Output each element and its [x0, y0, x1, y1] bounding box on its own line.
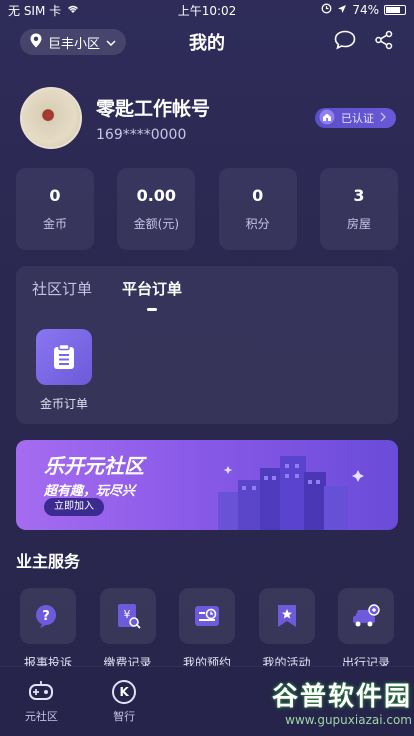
- verified-label: 已认证: [341, 112, 374, 125]
- bottom-tab-bar: 元社区 K 智行: [0, 666, 414, 736]
- battery-percent: 74%: [352, 3, 379, 17]
- stat-coins[interactable]: 0 金币: [16, 168, 94, 250]
- join-now-button[interactable]: 立即加入: [44, 498, 104, 516]
- banner-title: 乐开元社区: [44, 454, 144, 478]
- svg-text:¥: ¥: [123, 608, 130, 621]
- k-icon: K: [112, 679, 137, 704]
- tab-community-orders[interactable]: 社区订单: [32, 278, 92, 299]
- share-icon[interactable]: [374, 30, 394, 54]
- orders-panel: 社区订单 平台订单 金币订单: [16, 266, 398, 424]
- service-my-appointments[interactable]: 我的预约: [175, 588, 239, 671]
- services-title: 业主服务: [16, 552, 81, 571]
- clipboard-icon: [36, 329, 92, 385]
- carrier-text: 无 SIM 卡: [8, 3, 62, 18]
- stat-houses[interactable]: 3 房屋: [319, 168, 398, 250]
- home-shield-icon: [319, 109, 335, 128]
- profile-header[interactable]: 零匙工作帐号 169****0000 已认证: [0, 64, 414, 154]
- stat-label: 金额(元): [133, 217, 180, 231]
- alarm-icon: [321, 3, 332, 17]
- question-bubble-icon: ?: [20, 588, 76, 644]
- stat-value: 0: [252, 186, 264, 205]
- profile-phone: 169****0000: [96, 126, 187, 143]
- svg-text:?: ?: [42, 609, 50, 624]
- gamepad-icon: [28, 679, 54, 704]
- location-name: 巨丰小区: [48, 36, 101, 52]
- stat-value: 0.00: [136, 186, 177, 205]
- location-selector[interactable]: 巨丰小区: [20, 29, 127, 55]
- tab-label: 智行: [113, 709, 136, 723]
- tab-placeholder-5[interactable]: [331, 667, 414, 736]
- order-tabs: 社区订单 平台订单: [32, 278, 382, 311]
- coin-orders-button[interactable]: 金币订单: [32, 329, 96, 412]
- banner-subtitle: 超有趣，玩尽兴: [44, 484, 136, 499]
- order-label: 金币订单: [39, 397, 88, 411]
- verified-badge[interactable]: 已认证: [315, 108, 396, 128]
- profile-name: 零匙工作帐号: [96, 97, 211, 120]
- map-pin-icon: [30, 33, 42, 52]
- message-icon[interactable]: [334, 30, 356, 54]
- service-report-complaint[interactable]: ? 报事投诉: [16, 588, 80, 671]
- services-grid: ? 报事投诉 ¥ 缴费记录 我的预约 我的活动 出行记录: [0, 572, 414, 671]
- stat-value: 3: [353, 186, 365, 205]
- community-banner[interactable]: 乐开元社区 超有趣，玩尽兴 立即加入: [16, 440, 398, 530]
- tab-meta-community[interactable]: 元社区: [0, 667, 83, 736]
- bill-search-icon: ¥: [99, 588, 156, 644]
- stat-label: 积分: [245, 217, 270, 231]
- stat-label: 房屋: [346, 217, 371, 231]
- status-bar: 无 SIM 卡 上午10:02 74%: [0, 0, 414, 20]
- tab-placeholder-4[interactable]: [248, 667, 331, 736]
- calendar-clock-icon: [179, 588, 235, 644]
- stats-row: 0 金币 0.00 金额(元) 0 积分 3 房屋: [0, 168, 414, 250]
- stat-label: 金币: [42, 217, 67, 231]
- location-arrow-icon: [337, 3, 347, 17]
- tab-placeholder-3[interactable]: [166, 667, 249, 736]
- tab-platform-orders[interactable]: 平台订单: [122, 278, 182, 311]
- stat-balance[interactable]: 0.00 金额(元): [117, 168, 196, 250]
- chevron-down-icon: [106, 35, 116, 50]
- bookmark-star-icon: [258, 588, 315, 644]
- battery-icon: [384, 5, 406, 15]
- nav-bar: 巨丰小区 我的: [0, 20, 414, 64]
- avatar[interactable]: [20, 87, 82, 149]
- stat-points[interactable]: 0 积分: [218, 168, 297, 250]
- service-my-activities[interactable]: 我的活动: [255, 588, 319, 671]
- stat-value: 0: [49, 186, 61, 205]
- tab-label: 元社区: [24, 710, 58, 723]
- city-skyline-illustration: [218, 456, 364, 530]
- service-travel-records[interactable]: 出行记录: [334, 588, 398, 671]
- tab-smart-travel[interactable]: K 智行: [83, 667, 166, 736]
- wifi-icon: [66, 3, 80, 17]
- service-payment-records[interactable]: ¥ 缴费记录: [96, 588, 160, 671]
- car-icon: [338, 588, 394, 644]
- chevron-right-icon: [380, 112, 386, 125]
